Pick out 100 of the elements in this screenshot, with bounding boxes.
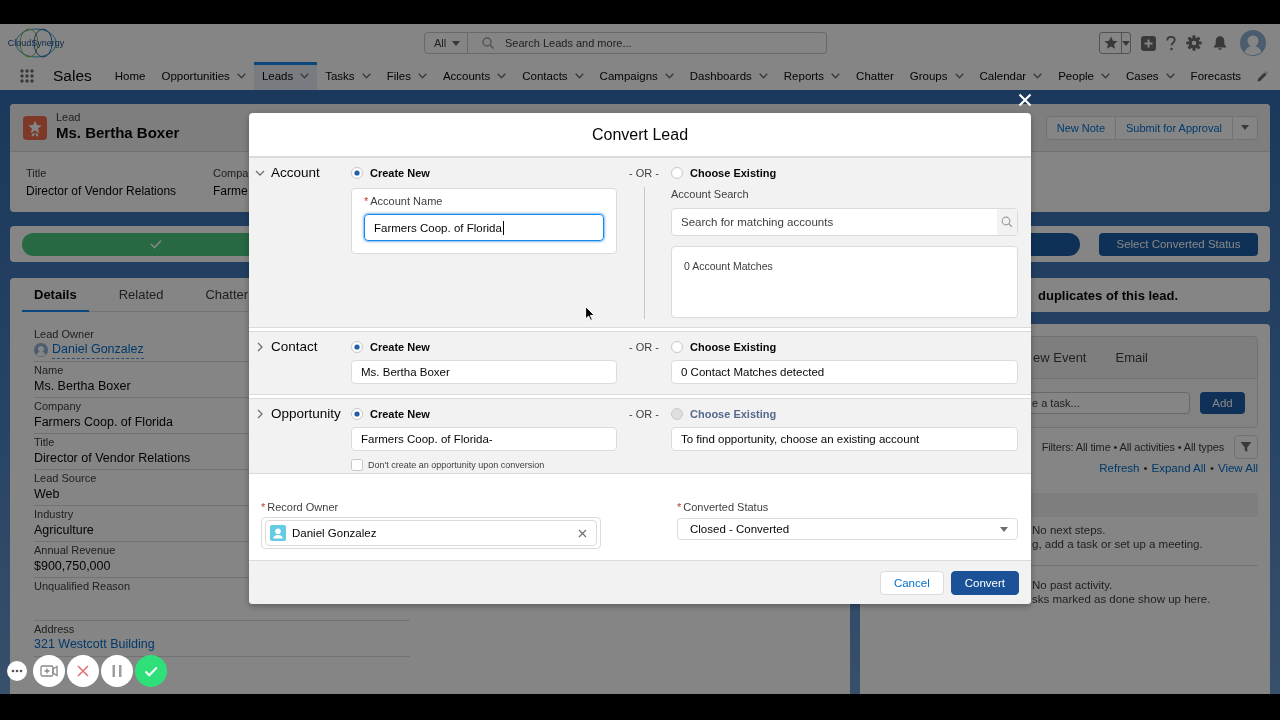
field-value: Ms. Bertha Boxer [34, 378, 131, 395]
section-title: Contact [271, 339, 318, 355]
pause-icon[interactable] [101, 655, 133, 687]
more-icon[interactable] [7, 661, 27, 681]
app-name: Sales [53, 66, 92, 86]
field-label: Converted Status [683, 500, 769, 514]
radio-button[interactable] [671, 167, 683, 179]
check-icon[interactable] [135, 655, 167, 687]
activity-link[interactable]: Expand All [1151, 461, 1206, 475]
search-icon [482, 37, 494, 49]
activity-link[interactable]: View All [1217, 461, 1258, 475]
chevron-right-icon[interactable] [255, 409, 265, 419]
owner-name: Daniel Gonzalez [292, 527, 377, 539]
radio-button[interactable] [351, 167, 363, 179]
user-avatar-icon[interactable] [1240, 30, 1266, 56]
action-button[interactable]: New Note [1045, 115, 1116, 140]
camera-icon[interactable] [33, 655, 65, 687]
matches-count: 0 Account Matches [684, 260, 773, 272]
option-label[interactable]: Create New [370, 341, 430, 353]
radio-button[interactable] [351, 341, 363, 353]
search-icon[interactable] [997, 209, 1017, 235]
field-label: Account Search [671, 187, 749, 201]
radio-button[interactable] [671, 341, 683, 353]
nav-tab[interactable]: Calendar [971, 62, 1051, 90]
nav-tab[interactable]: Campaigns [591, 62, 682, 90]
field-label: Compa [213, 166, 249, 180]
account-search-field[interactable]: Search for matching accounts [671, 208, 1018, 236]
convert-button[interactable]: Convert [950, 570, 1019, 595]
account-name-field[interactable]: Farmers Coop. of Florida [364, 214, 604, 241]
new-opportunity-field[interactable]: Farmers Coop. of Florida- [351, 427, 617, 451]
more-actions-button[interactable] [1232, 115, 1258, 140]
option-label[interactable]: Create New [370, 408, 430, 420]
option-label[interactable]: Choose Existing [690, 341, 777, 353]
activity-link[interactable]: Refresh [1099, 461, 1140, 475]
duplicates-message: duplicates of this lead. [1038, 287, 1179, 303]
field-label: Account Name [370, 194, 443, 208]
checkbox[interactable] [351, 459, 363, 471]
select-converted-status-button[interactable]: Select Converted Status [1099, 232, 1258, 256]
caret-down-icon [452, 40, 460, 46]
option-label[interactable]: Create New [370, 167, 430, 179]
pencil-icon[interactable] [1257, 70, 1268, 82]
record-tab[interactable]: Details [22, 278, 89, 312]
nav-tab[interactable]: Tasks [317, 62, 379, 90]
field-value: Director of Vendor Relations [34, 450, 191, 467]
chevron-right-icon[interactable] [255, 342, 265, 352]
field-label: Title [26, 166, 47, 180]
existing-contact-field[interactable]: 0 Contact Matches detected [671, 360, 1018, 384]
field-label: Name [34, 363, 64, 377]
action-button[interactable]: Submit for Approval [1115, 115, 1233, 140]
activity-tab[interactable]: ew Event [1033, 337, 1087, 378]
nav-tab[interactable]: Home [106, 62, 154, 90]
existing-opportunity-field[interactable]: To find opportunity, choose an existing account [671, 427, 1018, 451]
new-contact-field[interactable]: Ms. Bertha Boxer [351, 360, 617, 384]
app-launcher-icon[interactable] [20, 69, 34, 83]
global-search-field[interactable]: Search Leads and more... [468, 32, 827, 54]
record-owner-field[interactable]: Daniel Gonzalez [261, 517, 601, 549]
filter-button[interactable] [1234, 435, 1258, 459]
close-icon[interactable] [1018, 93, 1032, 107]
section-title: Account [271, 165, 320, 181]
cancel-button[interactable]: Cancel [879, 570, 944, 595]
nav-tab[interactable]: Leads [253, 62, 318, 90]
lead-icon [23, 115, 47, 140]
settings-icon[interactable] [1186, 35, 1202, 51]
option-label[interactable]: Choose Existing [690, 167, 777, 179]
nav-tab[interactable]: Opportunities [153, 62, 254, 90]
field-value: Farmers Coop. of Florida [34, 414, 173, 431]
nav-tab[interactable]: Dashboards [681, 62, 776, 90]
search-scope-select[interactable]: All [424, 32, 468, 54]
record-tab[interactable]: Related [106, 278, 176, 312]
nav-tab[interactable]: Contacts [514, 62, 592, 90]
owner-link[interactable]: Daniel Gonzalez [52, 341, 144, 359]
nav-tab[interactable]: Accounts [434, 62, 515, 90]
converted-status-select[interactable]: Closed - Converted [677, 518, 1018, 540]
add-button[interactable]: Add [1200, 392, 1245, 414]
nav-tab[interactable]: Chatter [848, 62, 902, 90]
or-divider-text: - OR - [629, 407, 659, 422]
empty-state-text: No next steps. [1032, 523, 1106, 537]
required-mark: * [677, 500, 682, 514]
radio-button[interactable] [351, 408, 363, 420]
nav-tab[interactable]: People [1050, 62, 1118, 90]
favorites-button[interactable] [1099, 32, 1131, 54]
chevron-down-icon[interactable] [255, 168, 265, 178]
notifications-icon[interactable] [1212, 35, 1228, 51]
activity-tab[interactable]: Email [1115, 337, 1148, 378]
nav-tab[interactable]: Cases [1118, 62, 1183, 90]
field-value: Director of Vendor Relations [26, 183, 177, 200]
nav-tab[interactable]: Files [378, 62, 435, 90]
nav-tab[interactable]: Forecasts [1182, 62, 1250, 90]
clear-icon[interactable] [578, 528, 587, 538]
filter-icon [1240, 441, 1252, 453]
user-avatar-icon[interactable] [34, 343, 48, 357]
field-label: Lead Owner [34, 327, 94, 341]
add-icon[interactable] [1141, 35, 1156, 51]
nav-tab[interactable]: Groups [901, 62, 972, 90]
help-icon[interactable] [1166, 35, 1176, 51]
nav-tab[interactable]: Reports [775, 62, 849, 90]
caret-down-icon [1000, 526, 1008, 532]
checkbox-label[interactable]: Don't create an opportunity upon conversion [368, 460, 545, 470]
required-mark: * [364, 194, 369, 208]
address-link[interactable]: 321 Westcott Building [34, 636, 155, 654]
